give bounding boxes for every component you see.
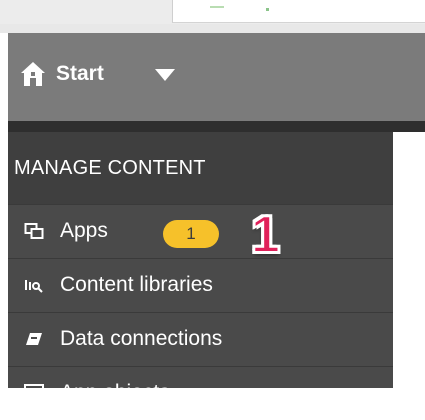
- sidebar-item-data-connections[interactable]: Data connections: [8, 312, 393, 366]
- tab-decoration-dot: [266, 8, 269, 11]
- sidebar-item-label: App objects: [60, 381, 170, 404]
- app-objects-icon: [24, 384, 44, 402]
- annotation-number: 1: [250, 205, 281, 265]
- sidebar-item-label: Data connections: [60, 327, 223, 350]
- count-badge: 1: [163, 220, 219, 248]
- apps-icon: [24, 223, 44, 239]
- browser-tab-strip: [0, 0, 425, 24]
- tab-decoration: [210, 6, 224, 8]
- start-menu-toggle[interactable]: Start: [8, 33, 418, 121]
- home-icon: [21, 62, 45, 86]
- header-divider: [8, 121, 425, 132]
- toolbar-gap: [0, 24, 425, 33]
- caret-down-icon: [155, 69, 175, 81]
- sidebar: MANAGE CONTENT Apps 1 1 Content librarie…: [8, 132, 393, 404]
- sidebar-item-label: Content libraries: [60, 273, 213, 296]
- browser-tab[interactable]: [172, 0, 425, 23]
- content-libraries-icon: [25, 280, 43, 293]
- sidebar-item-content-libraries[interactable]: Content libraries: [8, 258, 393, 312]
- start-label: Start: [56, 62, 104, 85]
- content-area: [393, 132, 425, 388]
- sidebar-item-apps[interactable]: Apps 1 1: [8, 204, 393, 265]
- section-title: MANAGE CONTENT: [8, 132, 393, 204]
- sidebar-item-label: Apps: [60, 219, 108, 242]
- sidebar-item-app-objects[interactable]: App objects: [8, 366, 393, 420]
- data-connections-icon: [26, 333, 42, 345]
